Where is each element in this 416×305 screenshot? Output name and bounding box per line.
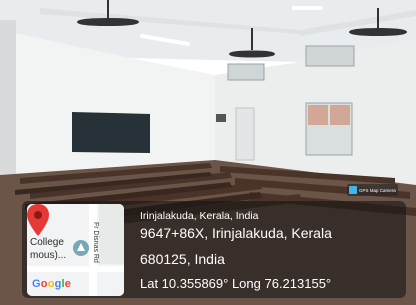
location-line-2: 9647+86X, Irinjalakuda, Kerala <box>140 225 332 241</box>
map-place-label: College mous)... <box>30 237 67 261</box>
map-road-label: Fr Disnas Rd <box>92 222 99 263</box>
gps-badge-label: GPS Map Camera <box>359 187 396 193</box>
google-logo: Google <box>32 278 72 290</box>
map-thumbnail: College mous)... Fr Disnas Rd Google <box>27 204 124 296</box>
gps-map-camera-badge: GPS Map Camera <box>347 184 398 196</box>
location-line-3: 680125, India <box>140 251 225 267</box>
map-pin-icon <box>27 204 49 236</box>
gps-camera-icon <box>349 186 357 194</box>
place-marker-icon <box>73 240 89 256</box>
location-coordinates: Lat 10.355869° Long 76.213155° <box>140 276 332 291</box>
location-line-1: Irinjalakuda, Kerala, India <box>140 210 259 222</box>
